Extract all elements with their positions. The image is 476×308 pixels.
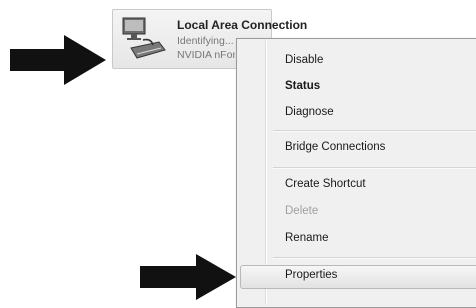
connection-adapter: NVIDIA nForce (177, 49, 235, 61)
menu-item-bridge-connections[interactable]: Bridge Connections (285, 141, 385, 153)
menu-separator (273, 257, 476, 259)
menu-item-disable[interactable]: Disable (285, 54, 323, 66)
pointer-arrow-icon (140, 254, 236, 300)
menu-item-highlight (240, 265, 476, 289)
pointer-arrow-icon (10, 35, 106, 85)
context-menu: Disable Status Diagnose Bridge Connectio… (236, 38, 476, 308)
menu-separator (273, 167, 476, 169)
network-adapter-icon (122, 17, 166, 59)
menu-item-delete: Delete (285, 205, 319, 217)
menu-item-rename[interactable]: Rename (285, 232, 328, 244)
menu-item-properties[interactable]: Properties (285, 269, 337, 281)
connection-name: Local Area Connection (177, 18, 308, 32)
menu-item-create-shortcut[interactable]: Create Shortcut (285, 178, 366, 190)
connection-status: Identifying... (177, 35, 234, 47)
menu-item-diagnose[interactable]: Diagnose (285, 106, 334, 118)
menu-separator (273, 130, 476, 132)
menu-item-status[interactable]: Status (285, 80, 320, 92)
